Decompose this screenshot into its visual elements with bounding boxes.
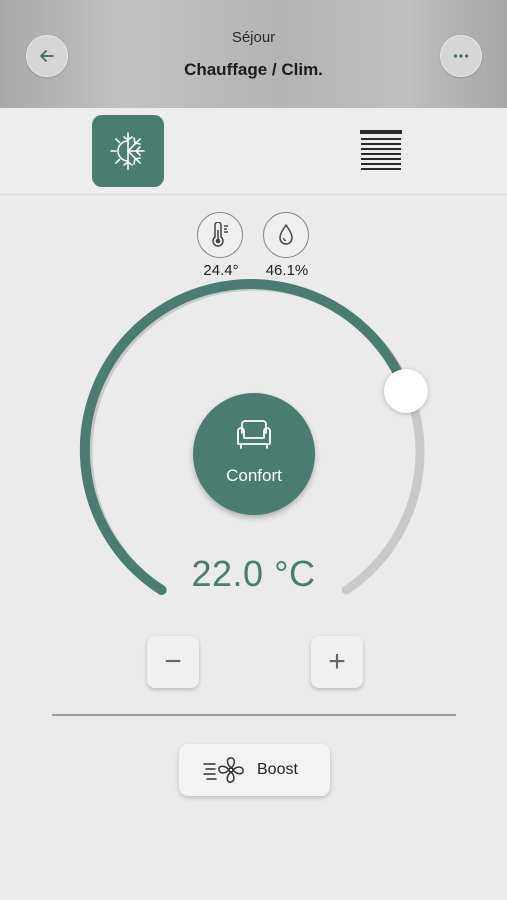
increase-button[interactable]: + xyxy=(311,636,363,688)
boost-label: Boost xyxy=(257,761,298,778)
fan-icon xyxy=(203,757,244,783)
armchair-icon xyxy=(237,420,271,449)
mode-button[interactable]: Confort xyxy=(193,393,315,515)
decrease-button[interactable]: − xyxy=(147,636,199,688)
dial-knob[interactable] xyxy=(384,369,428,413)
mode-label: Confort xyxy=(226,466,282,485)
setpoint-temperature: 22.0 °C xyxy=(191,553,316,594)
boost-button[interactable]: Boost xyxy=(179,744,330,796)
divider xyxy=(52,714,456,716)
